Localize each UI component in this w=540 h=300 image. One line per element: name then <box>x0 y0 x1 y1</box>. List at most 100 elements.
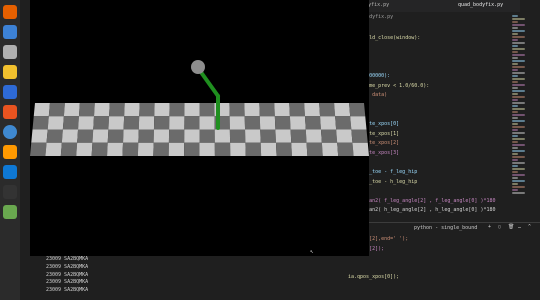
floor-tile <box>259 116 276 130</box>
minimap-line <box>512 180 525 182</box>
code-line: data.site_xpos[3] <box>348 149 400 156</box>
minimap-line <box>512 75 518 77</box>
simulation-viewer[interactable]: ↖ <box>30 0 369 256</box>
floor-tile <box>31 129 48 143</box>
minimap-line <box>512 93 518 95</box>
minimap-line <box>512 48 525 50</box>
minimap-line <box>512 123 518 125</box>
minimap-line <box>512 105 518 107</box>
kill-terminal-icon[interactable]: 🗑 <box>508 224 514 230</box>
vscode-icon[interactable] <box>3 165 17 179</box>
floor-tile <box>305 129 322 143</box>
code-line: = h_leg_toe - h_leg_hip <box>348 178 418 185</box>
floor-tile <box>260 142 277 156</box>
maximize-panel-icon[interactable]: ^ <box>528 224 531 230</box>
minimap-line <box>512 96 525 98</box>
floor-tile <box>290 129 307 143</box>
firefox-icon[interactable] <box>3 5 17 19</box>
minimap-line <box>512 81 518 83</box>
amazon-icon[interactable] <box>3 145 17 159</box>
floor-tile <box>244 103 260 117</box>
split-terminal-icon[interactable]: ▯ <box>498 224 501 230</box>
simulation-scene <box>30 60 369 156</box>
minimap[interactable] <box>512 14 534 194</box>
help-icon[interactable] <box>3 125 17 139</box>
floor-tile <box>94 103 110 117</box>
floor-tile <box>274 116 291 130</box>
update-icon[interactable] <box>3 205 17 219</box>
floor-tile <box>260 129 276 143</box>
code-line: ia.time <box>348 43 510 53</box>
floor-tile <box>30 142 47 156</box>
minimap-line <box>512 102 525 104</box>
minimap-line <box>512 159 518 161</box>
minimap-line <box>512 132 525 134</box>
floor-tile <box>184 142 200 156</box>
code-editor[interactable]: ma_should_close(window): ia.time ap(100000… <box>348 24 510 283</box>
minimap-line <box>512 126 525 128</box>
minimap-line <box>512 156 525 158</box>
body-sphere <box>191 60 205 74</box>
floor-tile <box>320 129 338 143</box>
floor-tile <box>76 142 93 156</box>
terminal-line: 23009 SA2BQMKA <box>46 287 89 294</box>
editor-tab-active[interactable]: quad_bodyfix.py <box>458 2 503 8</box>
checkered-floor <box>30 103 369 156</box>
floor-tile <box>78 103 95 117</box>
floor-tile <box>169 103 185 117</box>
minimap-line <box>512 144 525 146</box>
toe-sphere <box>216 126 220 130</box>
code-line: ap(100000000): <box>348 72 391 79</box>
thunderbird-icon[interactable] <box>3 25 17 39</box>
files-icon[interactable] <box>3 45 17 59</box>
floor-tile <box>168 129 185 143</box>
minimap-line <box>512 72 525 74</box>
minimap-line <box>512 54 525 56</box>
floor-tile <box>168 142 185 156</box>
terminal-line: 23009 SA2BQMKA <box>46 263 89 270</box>
floor-tile <box>93 116 110 130</box>
floor-tile <box>169 116 185 130</box>
floor-tile <box>109 103 125 117</box>
more-actions-icon[interactable]: … <box>518 224 521 230</box>
minimap-line <box>512 192 525 194</box>
minimap-line <box>512 78 525 80</box>
code-line: data.site_xpos[2] <box>348 140 400 147</box>
floor-tile <box>349 103 366 117</box>
floor-tile <box>123 116 140 130</box>
minimap-line <box>512 99 518 101</box>
floor-tile <box>289 116 306 130</box>
code-line: ae - time_prev < 1.0/60.0): <box>348 82 430 89</box>
floor-tile <box>351 129 368 143</box>
minimap-line <box>512 60 525 62</box>
terminal-icon[interactable] <box>3 185 17 199</box>
floor-tile <box>62 116 79 130</box>
add-terminal-icon[interactable]: + <box>488 224 491 230</box>
floor-tile <box>78 116 95 130</box>
floor-tile <box>245 129 261 143</box>
floor-tile <box>291 142 308 156</box>
rhythmbox-icon[interactable] <box>3 65 17 79</box>
minimap-line <box>512 18 525 20</box>
floor-tile <box>306 142 323 156</box>
floor-tile <box>122 142 139 156</box>
terminal-output[interactable]: 23009 SA2BQMKA 23009 SA2BQMKA 23009 SA2BQM… <box>20 256 376 300</box>
floor-tile <box>321 142 339 156</box>
code-line: leg_toe[2],end=' '); <box>348 236 409 243</box>
floor-tile <box>336 129 353 143</box>
minimap-line <box>512 165 518 167</box>
floor-tile <box>184 129 200 143</box>
minimap-line <box>512 135 518 137</box>
floor-tile <box>108 116 125 130</box>
minimap-line <box>512 33 518 35</box>
floor-tile <box>275 142 292 156</box>
libreoffice-writer-icon[interactable] <box>3 85 17 99</box>
terminal-selector[interactable]: python - single_bound <box>414 225 477 231</box>
floor-tile <box>184 103 200 117</box>
minimap-line <box>512 186 525 188</box>
software-icon[interactable] <box>3 105 17 119</box>
